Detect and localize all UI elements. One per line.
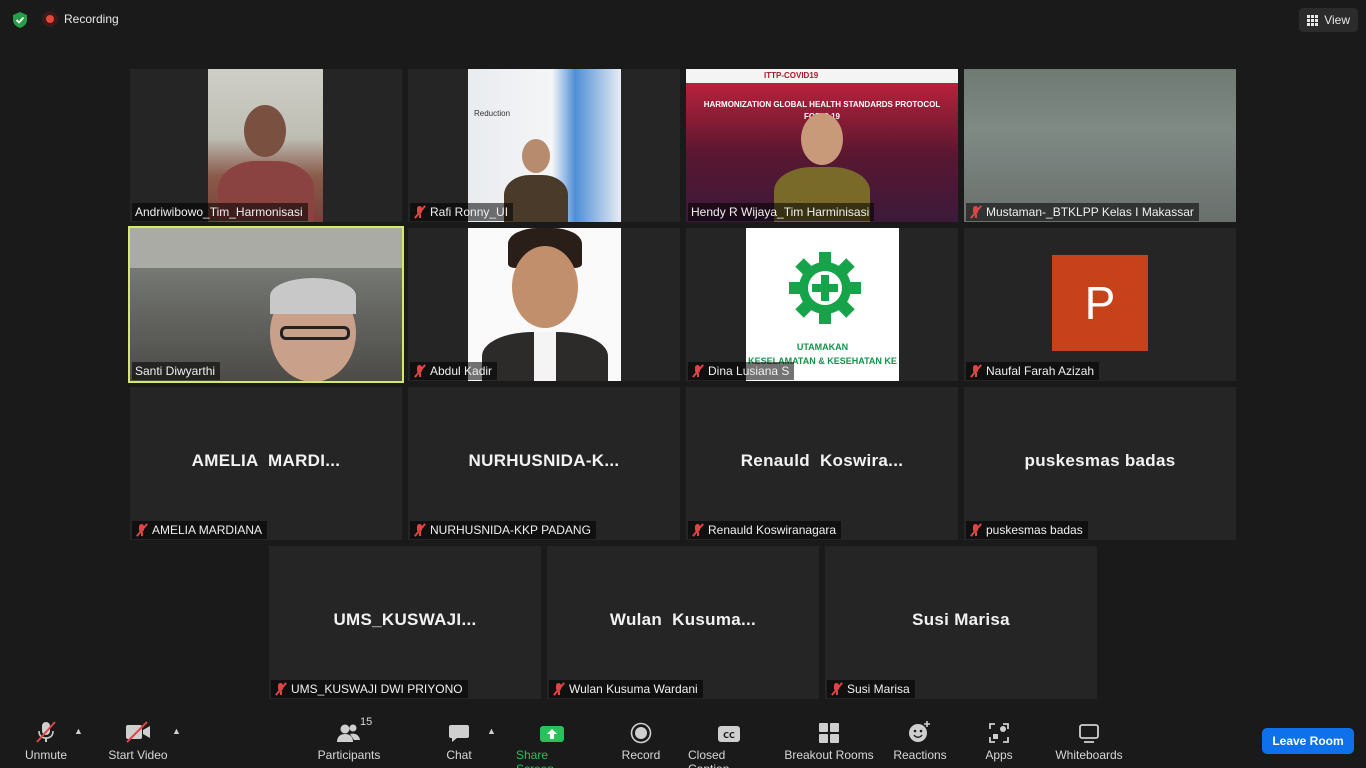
unmute-button[interactable]: Unmute [22, 720, 70, 762]
participant-tile[interactable]: Renauld Koswira... Renauld Koswiranagara [686, 387, 958, 540]
recording-dot-icon [42, 11, 58, 27]
grid-view-icon [1307, 14, 1319, 26]
participant-display-name: puskesmas badas [1024, 451, 1176, 470]
view-label: View [1324, 13, 1350, 27]
banner-header: ITTP-COVID19 [764, 71, 819, 80]
safety-gear-logo-icon [789, 252, 861, 324]
participant-name-tag: Naufal Farah Azizah [966, 362, 1100, 380]
breakout-rooms-button[interactable]: Breakout Rooms [784, 720, 874, 762]
participant-tile[interactable]: Mustaman-_BTKLPP Kelas I Makassar [964, 69, 1236, 222]
mic-muted-icon [413, 523, 427, 537]
start-video-button[interactable]: Start Video [106, 720, 170, 762]
mic-muted-icon [691, 364, 705, 378]
stage-backdrop-text: Reduction [474, 109, 511, 118]
apps-button[interactable]: Apps [984, 720, 1014, 762]
whiteboards-button[interactable]: Whiteboards [1052, 720, 1126, 762]
participant-name-tag: Hendy R Wijaya_Tim Harminisasi [688, 203, 875, 221]
record-icon [630, 722, 652, 744]
participants-button[interactable]: 15 Participants [316, 716, 382, 762]
participant-video [964, 69, 1236, 222]
participant-tile[interactable]: P Naufal Farah Azizah [964, 228, 1236, 381]
chat-options-chevron-up-icon[interactable]: ▲ [487, 726, 496, 736]
participant-name-tag: puskesmas badas [966, 521, 1088, 539]
meeting-toolbar: Unmute ▲ Start Video ▲ 15 Participants C… [0, 710, 1366, 768]
participants-icon [337, 724, 360, 742]
reactions-emoji-icon [909, 721, 930, 742]
participant-tile[interactable]: Abdul Kadir [408, 228, 680, 381]
apps-icon [989, 723, 1009, 743]
participant-tile[interactable]: UTAMAKAN KESELAMATAN & KESEHATAN KE Dina… [686, 228, 958, 381]
mic-muted-icon [969, 364, 983, 378]
participant-name-tag: UMS_KUSWAJI DWI PRIYONO [271, 680, 468, 698]
participant-tile[interactable]: Susi Marisa Susi Marisa [825, 546, 1097, 699]
participant-tile-active-speaker[interactable]: Santi Diwyarthi [128, 226, 404, 383]
logo-text-primary: UTAMAKAN [796, 342, 849, 352]
participant-video [130, 228, 402, 381]
participant-tile[interactable]: puskesmas badas puskesmas badas [964, 387, 1236, 540]
mic-muted-icon [969, 523, 983, 537]
mic-muted-icon [830, 682, 844, 696]
participant-tile[interactable]: Reduction Rafi Ronny_UI [408, 69, 680, 222]
mic-muted-icon [413, 364, 427, 378]
participant-name-tag: Abdul Kadir [410, 362, 498, 380]
svg-text:CC: CC [723, 731, 735, 740]
video-options-chevron-up-icon[interactable]: ▲ [172, 726, 181, 736]
participant-tile[interactable]: NURHUSNIDA-K... NURHUSNIDA-KKP PADANG [408, 387, 680, 540]
participant-tile[interactable]: ITTP-COVID19 HARMONIZATION GLOBAL HEALTH… [686, 69, 958, 222]
recording-label: Recording [64, 12, 119, 26]
participant-display-name: AMELIA MARDI... [191, 451, 341, 470]
participant-name-tag: Mustaman-_BTKLPP Kelas I Makassar [966, 203, 1199, 221]
participant-display-name: Renauld Koswira... [740, 451, 904, 470]
breakout-rooms-icon [819, 723, 839, 743]
participant-display-name: Susi Marisa [912, 610, 1010, 629]
participant-name-tag: Dina Lusiana S [688, 362, 795, 380]
chat-bubble-icon [449, 725, 469, 742]
microphone-muted-icon [36, 721, 56, 743]
mic-muted-icon [691, 523, 705, 537]
avatar: P [1052, 255, 1148, 351]
closed-caption-button[interactable]: CC Closed Caption [688, 720, 770, 768]
participant-video: Reduction [468, 69, 621, 222]
participant-display-name: Wulan Kusuma... [609, 610, 757, 629]
participant-tile[interactable]: UMS_KUSWAJI... UMS_KUSWAJI DWI PRIYONO [269, 546, 541, 699]
mic-muted-icon [274, 682, 288, 696]
participants-count: 15 [360, 716, 373, 728]
share-screen-button[interactable]: Share Screen [516, 720, 588, 768]
participant-display-name: UMS_KUSWAJI... [333, 610, 477, 629]
share-screen-arrow-icon [540, 726, 564, 742]
chat-button[interactable]: Chat [444, 720, 474, 762]
leave-room-button[interactable]: Leave Room [1262, 728, 1354, 754]
participant-name-tag: Susi Marisa [827, 680, 915, 698]
mic-muted-icon [413, 205, 427, 219]
record-button[interactable]: Record [620, 720, 662, 762]
video-camera-off-icon [126, 721, 150, 743]
closed-caption-icon: CC [718, 726, 740, 742]
participant-name-tag: Rafi Ronny_UI [410, 203, 514, 221]
participant-video: ITTP-COVID19 HARMONIZATION GLOBAL HEALTH… [686, 69, 958, 222]
participant-name-tag: NURHUSNIDA-KKP PADANG [410, 521, 596, 539]
participant-display-name: NURHUSNIDA-K... [468, 451, 620, 470]
participant-photo [468, 228, 621, 381]
recording-indicator[interactable]: Recording [42, 11, 119, 27]
top-bar: Recording View [0, 0, 1366, 40]
reactions-button[interactable]: Reactions [892, 720, 948, 762]
participant-logo-image: UTAMAKAN KESELAMATAN & KESEHATAN KE [746, 228, 899, 381]
security-shield-icon[interactable] [11, 11, 29, 29]
participant-name-tag: Andriwibowo_Tim_Harmonisasi [132, 203, 308, 221]
participant-name-tag: Santi Diwyarthi [132, 362, 221, 380]
participant-tile[interactable]: Andriwibowo_Tim_Harmonisasi [130, 69, 402, 222]
participant-name-tag: AMELIA MARDIANA [132, 521, 268, 539]
audio-options-chevron-up-icon[interactable]: ▲ [74, 726, 83, 736]
participant-tile[interactable]: Wulan Kusuma... Wulan Kusuma Wardani [547, 546, 819, 699]
whiteboard-icon [1079, 724, 1099, 743]
participant-video [208, 69, 323, 222]
mic-muted-icon [135, 523, 149, 537]
mic-muted-icon [552, 682, 566, 696]
participant-name-tag: Renauld Koswiranagara [688, 521, 842, 539]
participant-tile[interactable]: AMELIA MARDI... AMELIA MARDIANA [130, 387, 402, 540]
view-button[interactable]: View [1299, 8, 1358, 32]
mic-muted-icon [969, 205, 983, 219]
participant-name-tag: Wulan Kusuma Wardani [549, 680, 703, 698]
